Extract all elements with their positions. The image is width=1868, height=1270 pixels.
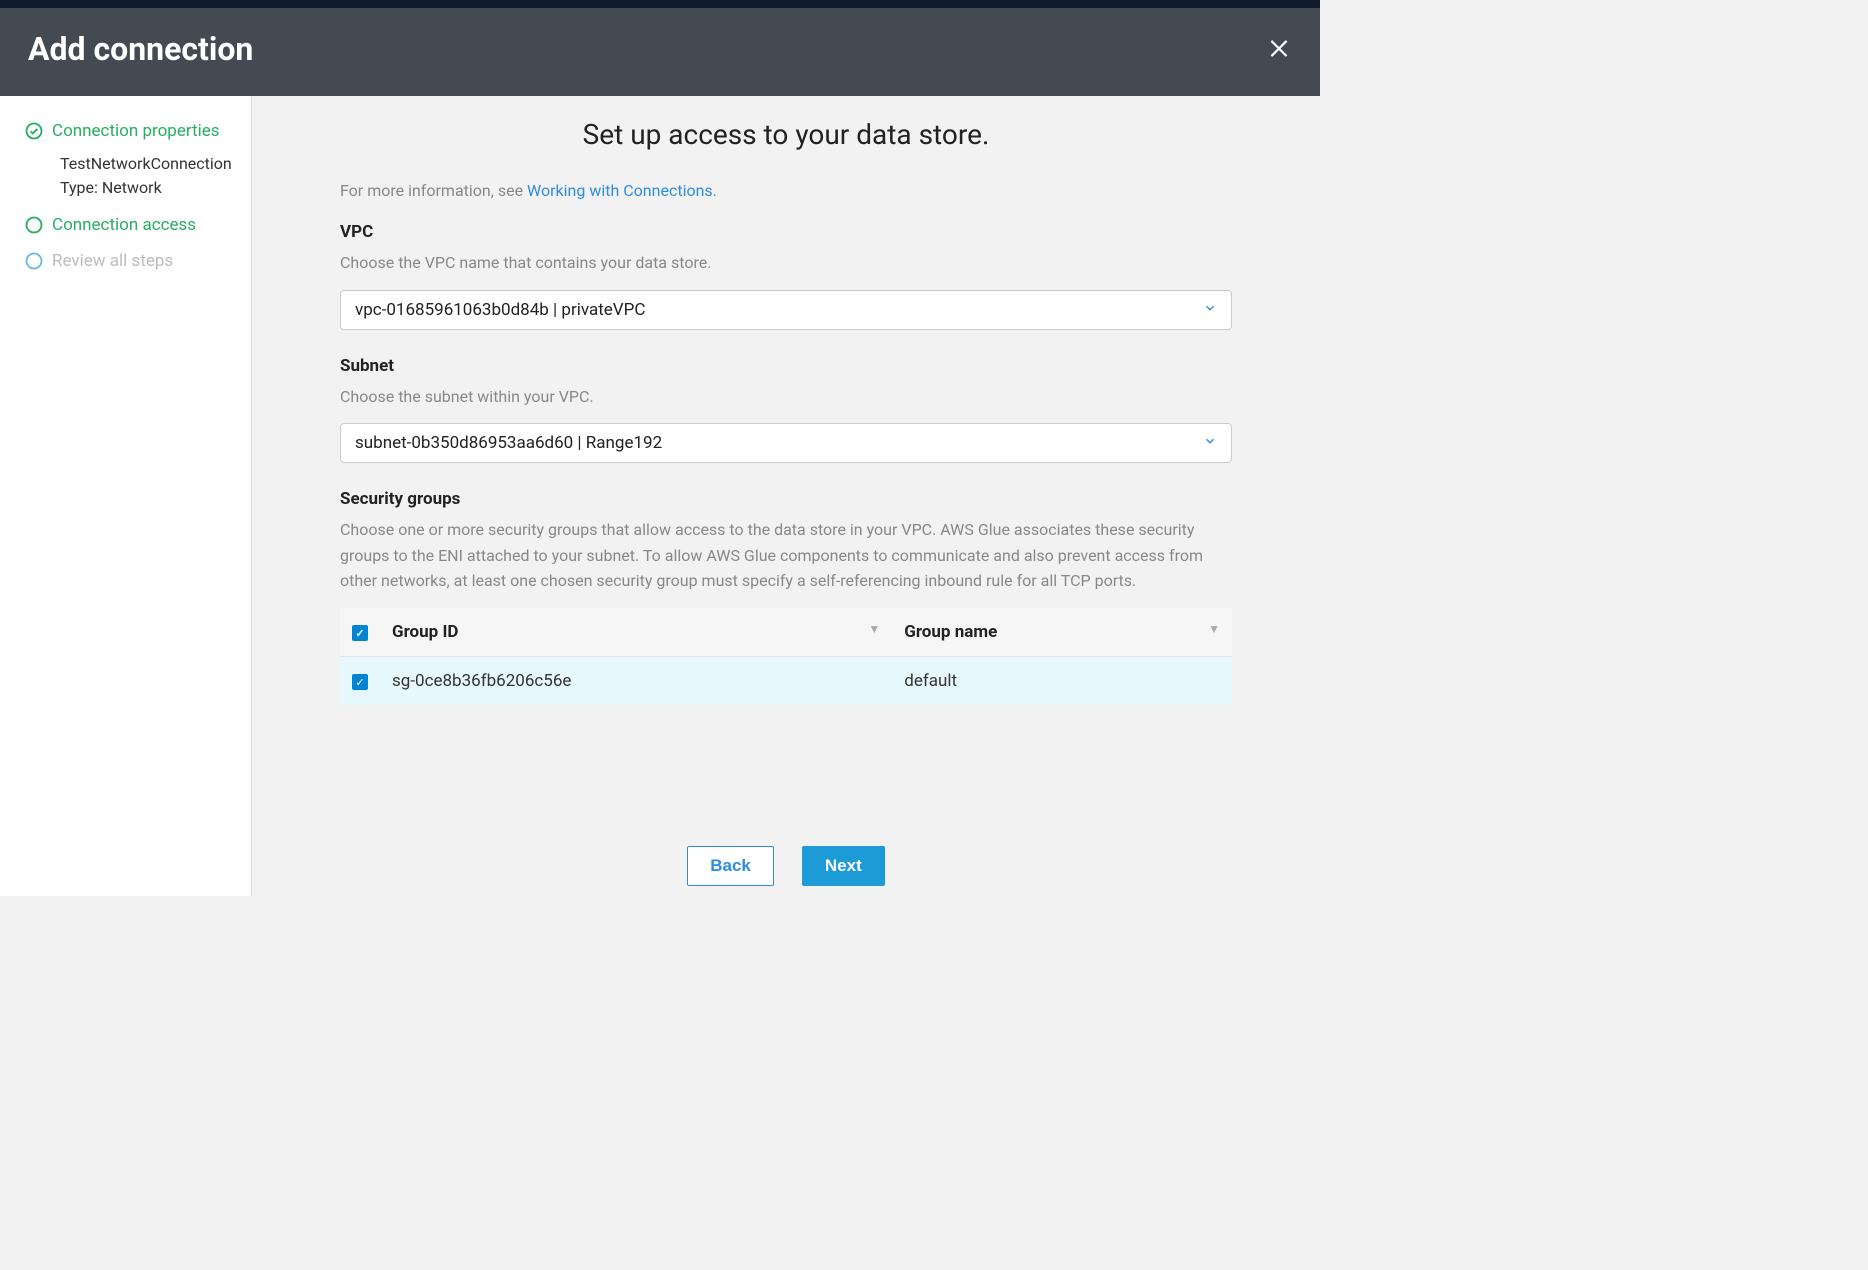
body: Connection properties TestNetworkConnect… xyxy=(0,96,1320,896)
step-details: TestNetworkConnection Type: Network xyxy=(60,152,233,200)
connection-name-value: TestNetworkConnection xyxy=(60,152,233,176)
sort-icon: ▼ xyxy=(1208,622,1220,636)
col-group-name-label: Group name xyxy=(904,622,997,642)
subnet-value: subnet-0b350d86953aa6d60 | Range192 xyxy=(355,433,662,453)
security-groups-table: ✓ Group ID ▼ Group name ▼ xyxy=(340,608,1232,705)
table-header-row: ✓ Group ID ▼ Group name ▼ xyxy=(340,608,1232,657)
check-circle-icon xyxy=(24,121,44,141)
col-group-id-label: Group ID xyxy=(392,622,458,642)
vpc-value: vpc-01685961063b0d84b | privateVPC xyxy=(355,300,645,320)
select-all-cell: ✓ xyxy=(340,608,380,657)
modal-header: Add connection xyxy=(0,8,1320,96)
chevron-down-icon xyxy=(1203,300,1217,320)
next-button[interactable]: Next xyxy=(802,846,885,886)
top-strip xyxy=(0,0,1320,8)
subnet-hint: Choose the subnet within your VPC. xyxy=(340,384,1232,410)
col-group-id[interactable]: Group ID ▼ xyxy=(380,608,892,657)
vpc-label: VPC xyxy=(340,222,1232,242)
col-group-name[interactable]: Group name ▼ xyxy=(892,608,1232,657)
page-title: Set up access to your data store. xyxy=(292,118,1280,151)
step-connection-properties[interactable]: Connection properties xyxy=(24,120,233,142)
form-area: For more information, see Working with C… xyxy=(340,181,1232,816)
vpc-select[interactable]: vpc-01685961063b0d84b | privateVPC xyxy=(340,290,1232,330)
close-icon[interactable] xyxy=(1266,30,1292,68)
modal-title: Add connection xyxy=(28,30,253,68)
step-label: Connection access xyxy=(52,214,196,236)
step-review[interactable]: Review all steps xyxy=(24,250,233,272)
row-checkbox[interactable]: ✓ xyxy=(352,674,368,690)
sg-label: Security groups xyxy=(340,489,1232,509)
row-group-id: sg-0ce8b36fb6206c56e xyxy=(380,656,892,705)
wizard-sidebar: Connection properties TestNetworkConnect… xyxy=(0,96,252,896)
sg-hint: Choose one or more security groups that … xyxy=(340,517,1232,594)
step-label: Review all steps xyxy=(52,250,173,272)
back-button[interactable]: Back xyxy=(687,846,774,886)
subnet-select[interactable]: subnet-0b350d86953aa6d60 | Range192 xyxy=(340,423,1232,463)
main-content: Set up access to your data store. For mo… xyxy=(252,96,1320,896)
vpc-hint: Choose the VPC name that contains your d… xyxy=(340,250,1232,276)
info-link[interactable]: Working with Connections. xyxy=(527,181,717,200)
chevron-down-icon xyxy=(1203,433,1217,453)
connection-type-value: Type: Network xyxy=(60,176,233,200)
info-prefix: For more information, see xyxy=(340,181,527,200)
select-all-checkbox[interactable]: ✓ xyxy=(352,625,368,641)
circle-open-icon xyxy=(24,251,44,271)
info-line: For more information, see Working with C… xyxy=(340,181,1232,200)
row-group-name: default xyxy=(892,656,1232,705)
circle-open-icon xyxy=(24,215,44,235)
row-checkbox-cell: ✓ xyxy=(340,656,380,705)
wizard-footer: Back Next xyxy=(292,816,1280,896)
step-connection-access[interactable]: Connection access xyxy=(24,214,233,236)
table-row[interactable]: ✓ sg-0ce8b36fb6206c56e default xyxy=(340,656,1232,705)
subnet-label: Subnet xyxy=(340,356,1232,376)
step-label: Connection properties xyxy=(52,120,220,142)
sort-icon: ▼ xyxy=(868,622,880,636)
